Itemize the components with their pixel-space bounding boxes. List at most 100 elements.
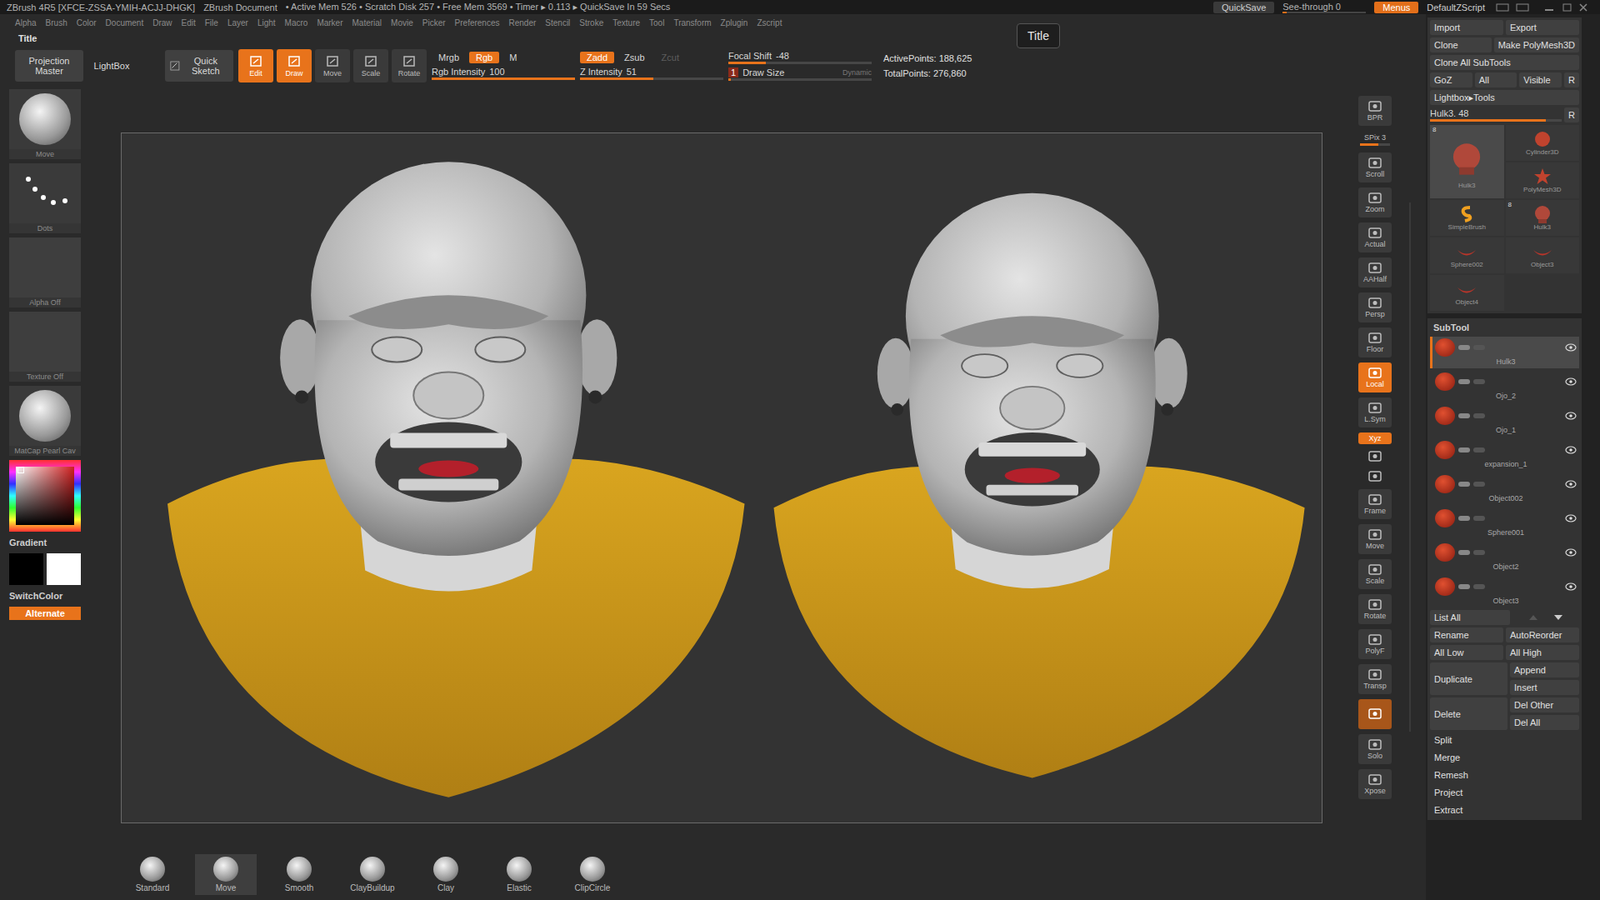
menu-item[interactable]: Color (76, 18, 97, 28)
channel-button[interactable]: M (502, 51, 524, 64)
reset-button[interactable]: R (1564, 107, 1580, 123)
default-zscript[interactable]: DefaultZScript (1426, 2, 1485, 13)
brush-button[interactable]: Move (195, 854, 257, 895)
mode-button[interactable]: Edit (238, 49, 274, 83)
menus-toggle[interactable]: Menus (1374, 1, 1419, 14)
subtool-item[interactable]: Object3 (1430, 575, 1580, 608)
mode-button[interactable]: Rotate (391, 49, 427, 83)
view-button[interactable] (1358, 449, 1392, 465)
menu-item[interactable]: Movie (390, 18, 414, 28)
subtool-action[interactable]: Extract (1430, 802, 1580, 818)
shelf-thumbnail[interactable]: Alpha Off (9, 237, 81, 308)
tool-button[interactable]: GoZ (1430, 72, 1473, 88)
subtool-button[interactable]: Rename (1430, 627, 1504, 643)
view-button[interactable]: Local (1358, 362, 1392, 393)
view-button[interactable]: BPR (1358, 95, 1392, 126)
menu-item[interactable]: Material (352, 18, 383, 28)
eye-icon[interactable] (1565, 411, 1577, 420)
brush-button[interactable]: Elastic (488, 854, 550, 895)
tool-thumbnail[interactable]: PolyMesh3D (1505, 162, 1580, 199)
subtool-button[interactable]: AutoReorder (1505, 627, 1580, 643)
toolbar-slider[interactable]: Z Intensity51 (580, 66, 724, 80)
subtool-item[interactable]: Sphere001 (1430, 507, 1580, 540)
subtool-item[interactable]: Ojo_1 (1430, 405, 1580, 437)
tool-button[interactable]: Import (1430, 20, 1504, 35)
view-button[interactable] (1358, 469, 1392, 485)
view-button[interactable]: AAHalf (1358, 257, 1392, 288)
tool-button[interactable]: Lightbox▸Tools (1430, 90, 1580, 105)
eye-icon[interactable] (1565, 480, 1577, 489)
menu-item[interactable]: Render (509, 18, 537, 28)
brush-button[interactable]: Smooth (268, 854, 330, 895)
quicksave-button[interactable]: QuickSave (1213, 1, 1275, 14)
menu-item[interactable]: Edit (181, 18, 196, 28)
menu-item[interactable]: Marker (316, 18, 343, 28)
eye-icon[interactable] (1565, 582, 1577, 591)
color-picker[interactable] (9, 460, 81, 532)
subtool-button[interactable]: Duplicate (1430, 662, 1508, 695)
menu-item[interactable]: Light (257, 18, 276, 28)
tool-button[interactable]: Clone (1430, 37, 1492, 53)
view-button[interactable]: SPix 3 (1358, 130, 1392, 148)
brush-button[interactable]: Standard (121, 854, 184, 895)
menu-item[interactable]: Draw (152, 18, 172, 28)
menu-item[interactable]: Texture (612, 18, 640, 28)
see-through-slider[interactable]: See-through 0 (1282, 1, 1366, 14)
menu-item[interactable]: Brush (45, 18, 68, 28)
mode-button[interactable]: Move (315, 49, 350, 83)
channel-button[interactable]: Mrgb (431, 51, 466, 64)
view-button[interactable]: Zoom (1358, 187, 1392, 218)
subtool-item[interactable]: expansion_1 (1430, 439, 1580, 471)
view-button[interactable]: L.Sym (1358, 397, 1392, 428)
panel-button[interactable]: Quick Sketch (165, 50, 234, 82)
menu-item[interactable]: Tool (649, 18, 665, 28)
menu-item[interactable]: Stencil (545, 18, 570, 28)
subtool-action[interactable]: Remesh (1430, 767, 1580, 783)
tool-button[interactable]: All (1475, 72, 1518, 88)
brush-button[interactable]: ClipCircle (561, 854, 624, 895)
channel-button[interactable]: Zcut (655, 51, 686, 64)
eye-icon[interactable] (1565, 514, 1577, 523)
eye-icon[interactable] (1565, 377, 1577, 386)
subtool-button[interactable]: Append (1510, 662, 1580, 678)
mode-button[interactable]: Draw (276, 49, 312, 83)
view-button[interactable]: Floor (1358, 327, 1392, 358)
menu-item[interactable]: Alpha (15, 18, 37, 28)
menu-item[interactable]: Picker (422, 18, 446, 28)
eye-icon[interactable] (1565, 445, 1577, 455)
shelf-thumbnail[interactable]: Dots (9, 163, 81, 234)
list-all-button[interactable]: List All (1430, 610, 1510, 625)
subtool-item[interactable]: Ojo_2 (1430, 370, 1580, 403)
switch-color-button[interactable]: SwitchColor (9, 589, 81, 603)
view-button[interactable]: Move (1358, 524, 1392, 555)
canvas[interactable] (90, 85, 1356, 849)
tool-thumbnail[interactable]: Cylinder3D (1505, 125, 1580, 161)
channel-button[interactable]: Zadd (580, 51, 615, 64)
panel-button[interactable]: Projection Master (15, 50, 84, 82)
view-button[interactable]: Solo (1358, 734, 1392, 765)
view-button[interactable]: Scale (1358, 559, 1392, 590)
menu-item[interactable]: Preferences (455, 18, 500, 28)
view-button[interactable]: Xyz (1358, 432, 1392, 445)
view-button[interactable]: PolyF (1358, 629, 1392, 660)
tool-button[interactable]: Make PolyMesh3D (1494, 37, 1580, 53)
arrow-icon[interactable] (1512, 610, 1580, 625)
subtool-action[interactable]: Split (1430, 732, 1580, 748)
tool-thumbnail[interactable]: 8Hulk3 (1505, 200, 1580, 236)
subtool-item[interactable]: Hulk3 (1430, 336, 1580, 369)
menu-item[interactable]: File (205, 18, 219, 28)
shelf-thumbnail[interactable]: Texture Off (9, 311, 81, 382)
subtool-button[interactable]: Insert (1510, 680, 1580, 695)
view-button[interactable]: Xpose (1358, 769, 1392, 800)
gradient-label[interactable]: Gradient (9, 535, 81, 550)
tool-button[interactable]: R (1564, 72, 1580, 88)
menu-item[interactable]: Zscript (756, 18, 782, 28)
mode-button[interactable]: Scale (353, 49, 389, 83)
view-button[interactable] (1358, 699, 1392, 730)
alternate-button[interactable]: Alternate (9, 606, 81, 620)
panel-button[interactable]: LightBox (88, 50, 135, 82)
view-button[interactable]: Actual (1358, 222, 1392, 253)
tool-thumbnail[interactable]: 8Hulk3 (1430, 125, 1505, 199)
tool-thumbnail[interactable]: Sphere002 (1430, 237, 1505, 274)
menu-item[interactable]: Stroke (579, 18, 604, 28)
